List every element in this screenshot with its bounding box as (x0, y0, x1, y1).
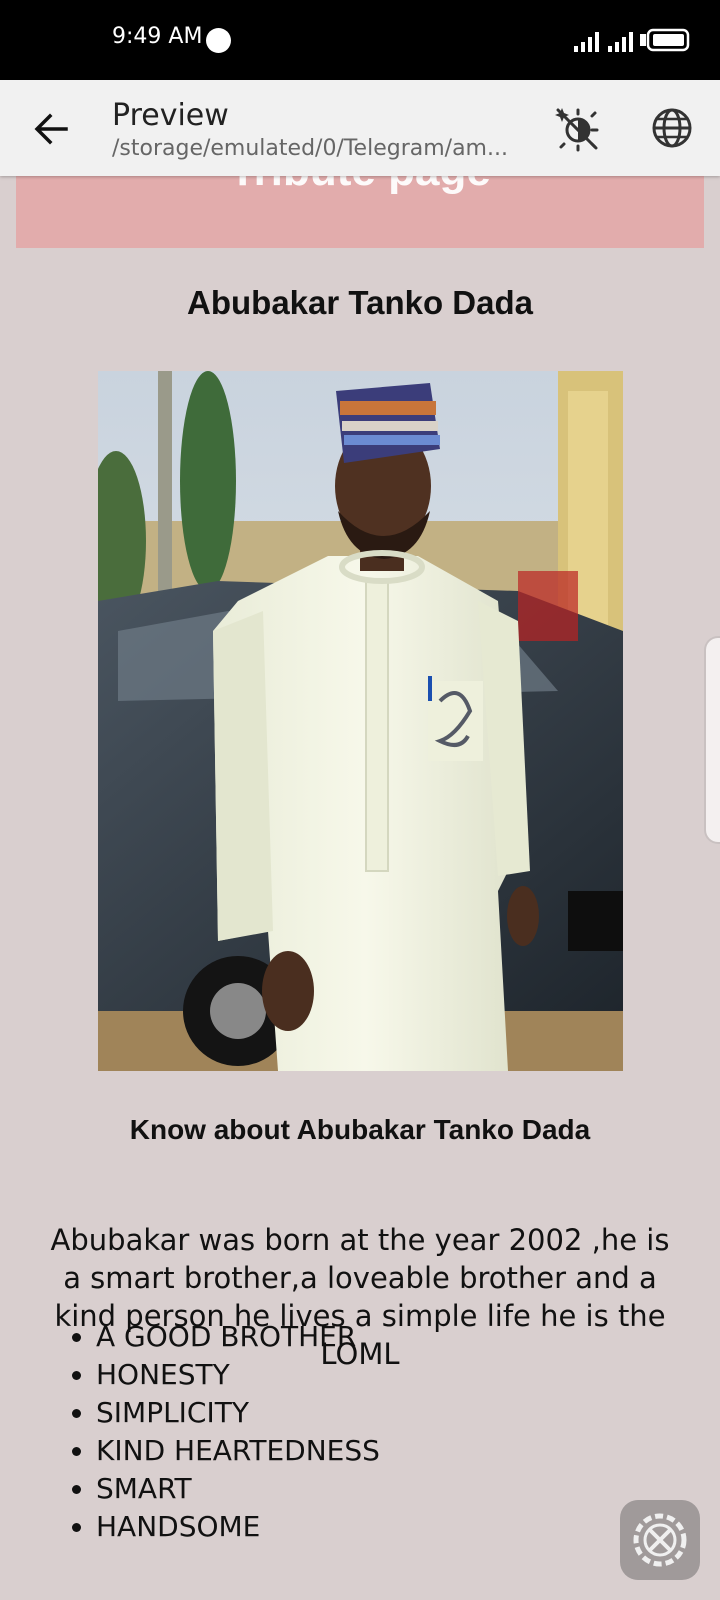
side-drawer-handle[interactable] (704, 636, 720, 844)
app-bar: Preview /storage/emulated/0/Telegram/am.… (0, 80, 720, 176)
status-icons (574, 28, 692, 54)
theme-toggle-icon (555, 108, 599, 152)
person-photo (98, 371, 623, 1071)
signal-1-icon (574, 32, 599, 52)
signal-2-icon (608, 32, 633, 52)
tools-fab-button[interactable] (620, 1500, 700, 1580)
page-header-title: Tribute page (16, 176, 704, 196)
settings-tools-icon (633, 1513, 687, 1567)
file-path: /storage/emulated/0/Telegram/am... (112, 136, 508, 161)
about-heading: Know about Abubakar Tanko Dada (129, 1114, 591, 1145)
app-title: Preview (112, 98, 229, 133)
notification-dot-icon (206, 28, 231, 53)
list-item: SIMPLICITY (96, 1394, 380, 1432)
status-bar: 9:49 AM (0, 0, 720, 80)
list-item: KIND HEARTEDNESS (96, 1432, 380, 1470)
status-time: 9:49 AM (112, 24, 203, 49)
globe-icon (652, 108, 692, 148)
theme-toggle-button[interactable] (552, 104, 600, 152)
traits-list: A GOOD BROTHER HONESTY SIMPLICITY KIND H… (48, 1318, 380, 1546)
list-item: HONESTY (96, 1356, 380, 1394)
list-item: HANDSOME (96, 1508, 380, 1546)
header-banner: Tribute page (16, 176, 704, 248)
list-item: SMART (96, 1470, 380, 1508)
list-item: A GOOD BROTHER (96, 1318, 380, 1356)
open-in-browser-button[interactable] (648, 104, 696, 152)
back-button[interactable] (28, 106, 74, 152)
web-content[interactable]: Tribute page Abubakar Tanko Dada (0, 176, 720, 1600)
battery-icon (640, 28, 690, 52)
back-arrow-icon (34, 113, 68, 145)
person-name-heading: Abubakar Tanko Dada (187, 284, 533, 321)
